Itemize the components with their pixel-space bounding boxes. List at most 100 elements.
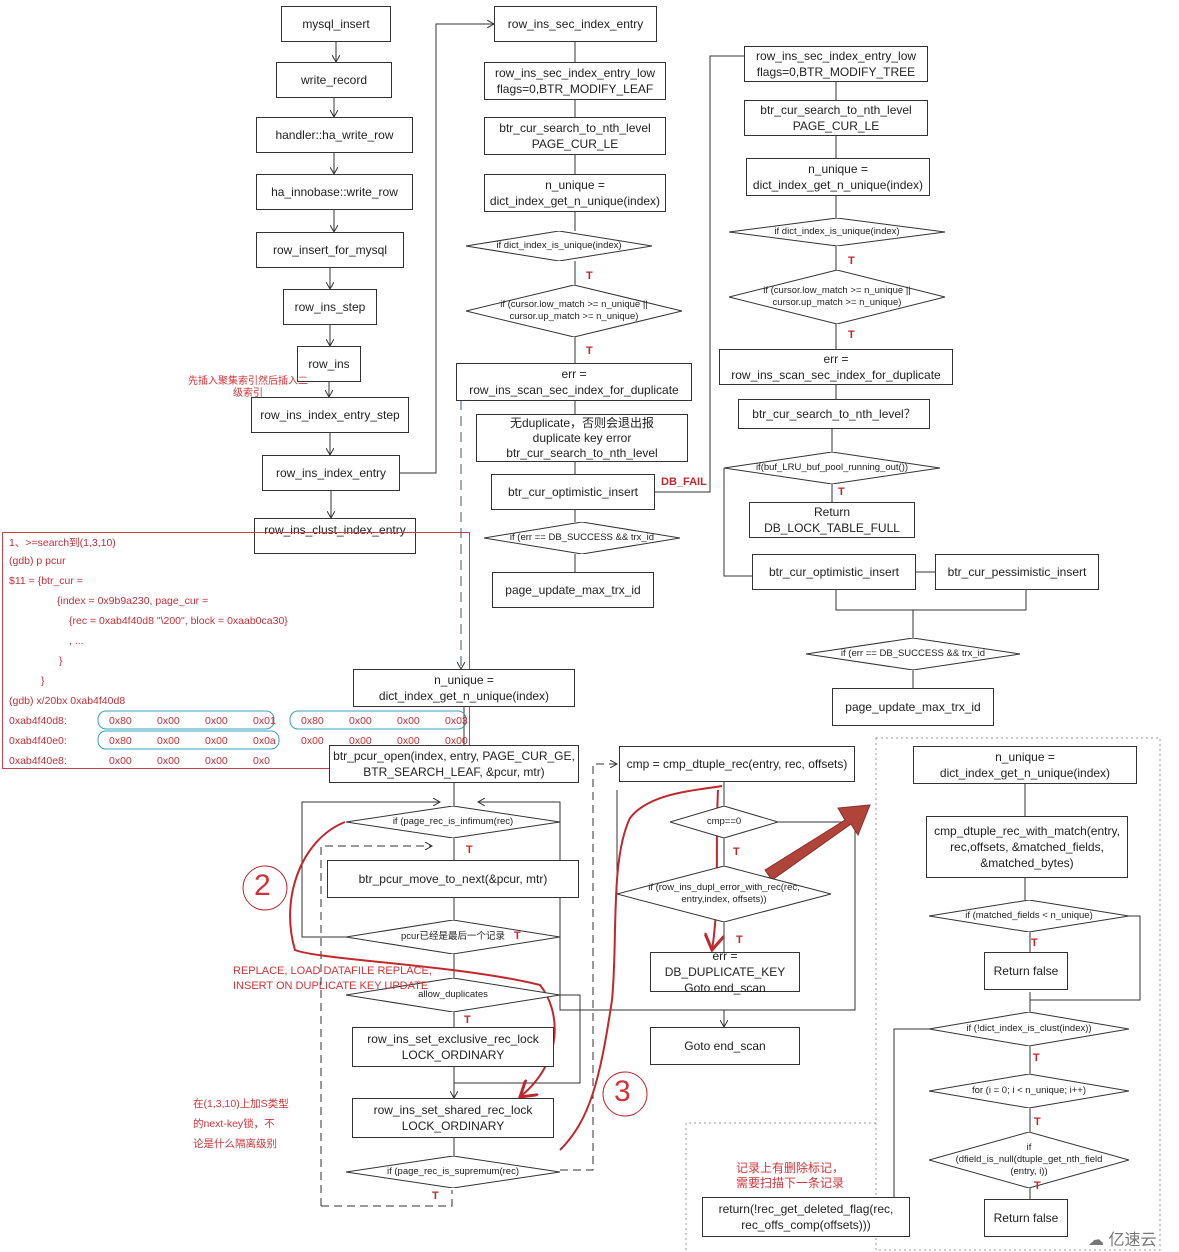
cmp-with-match-box: cmp_dtuple_rec_with_match(entry, rec,off… <box>926 816 1128 878</box>
gdb-line: } <box>59 655 63 667</box>
memory-byte: 0x00 <box>301 735 324 747</box>
no-duplicate-box: 无duplicate，否则会退出报 duplicate key error bt… <box>476 414 688 462</box>
clustered-first-note: 先插入聚集索引然后插入二 级索引 <box>188 376 308 399</box>
sec-entry-low-leaf-box: row_ins_sec_index_entry_low flags=0,BTR_… <box>484 62 666 100</box>
scan-duplicate-box-2: err = row_ins_scan_sec_index_for_duplica… <box>719 349 953 385</box>
circled-2: 2 <box>254 869 271 902</box>
next-key-lock-note: 在(1,3,10)上加S类型 的next-key锁，不 论是什么隔离级别 <box>193 1098 289 1150</box>
cloud-icon: ☁ <box>1088 1232 1104 1249</box>
memory-byte: 0x00 <box>157 755 180 767</box>
true-label: T <box>736 934 743 946</box>
n-unique-box-4: n_unique = dict_index_get_n_unique(index… <box>913 746 1137 784</box>
memory-byte: 0x00 <box>349 715 372 727</box>
memory-address: 0xab4f40e8: <box>9 755 67 767</box>
cursor-match-decision: if (cursor.low_match >= n_unique || curs… <box>466 285 682 337</box>
dfield-null-decision: if (dfield_is_null(dtuple_get_nth_field … <box>929 1132 1129 1188</box>
gdb-line: , ... <box>69 635 84 647</box>
gdb-output-panel: 1、>=search到(1,3,10) (gdb) p pcur $11 = {… <box>2 532 470 769</box>
true-label: T <box>466 844 473 856</box>
true-label: T <box>1033 1052 1040 1064</box>
lock-table-full-box: Return DB_LOCK_TABLE_FULL <box>749 502 915 538</box>
memory-address: 0xab4f40d8: <box>9 715 67 727</box>
is-unique-decision-2: if dict_index_is_unique(index) <box>729 218 945 246</box>
row-ins-index-entry-step-box: row_ins_index_entry_step <box>251 397 409 433</box>
n-unique-box-3: n_unique = dict_index_get_n_unique(index… <box>353 669 575 707</box>
memory-byte: 0x00 <box>205 735 228 747</box>
buf-pool-running-out-decision: if(buf_LRU_buf_pool_running_out()) <box>724 452 940 484</box>
for-loop-decision: for (i = 0; i < n_unique; i++) <box>929 1074 1129 1108</box>
pessimistic-insert-box: btr_cur_pessimistic_insert <box>935 554 1099 590</box>
memory-byte: 0x00 <box>157 715 180 727</box>
err-success-decision-2: if (err == DB_SUCCESS && trx_id <box>806 638 1020 670</box>
gdb-line: {rec = 0xab4f40d8 "\200", block = 0xaab0… <box>69 615 288 627</box>
true-label: T <box>838 486 845 498</box>
memory-byte: 0x00 <box>397 715 420 727</box>
gdb-line: (gdb) p pcur <box>9 555 66 567</box>
search-nth-level-question-box: btr_cur_search_to_nth_level？ <box>738 399 930 429</box>
cursor-match-decision-2: if (cursor.low_match >= n_unique || curs… <box>729 270 945 324</box>
true-label: T <box>586 270 593 282</box>
err-success-decision: if (err == DB_SUCCESS && trx_id <box>484 522 680 554</box>
innobase-write-row-box: ha_innobase::write_row <box>256 174 413 210</box>
gdb-line: (gdb) x/20bx 0xab4f40d8 <box>9 695 126 707</box>
n-unique-box-2: n_unique = dict_index_get_n_unique(index… <box>746 158 930 196</box>
cmp-zero-decision: cmp==0 <box>670 806 778 838</box>
scan-duplicate-box: err = row_ins_scan_sec_index_for_duplica… <box>456 363 692 401</box>
gdb-line: {index = 0x9b9a230, page_cur = <box>57 595 209 607</box>
return-false-box-2: Return false <box>984 1199 1068 1237</box>
memory-byte: 0x03 <box>445 715 468 727</box>
return-false-box: Return false <box>984 952 1068 990</box>
search-nth-level-box-2: btr_cur_search_to_nth_level PAGE_CUR_LE <box>744 100 928 136</box>
replace-note: REPLACE, LOAD DATAFILE REPLACE, INSERT O… <box>233 965 432 992</box>
memory-byte: 0x0a <box>253 735 276 747</box>
optimistic-insert-box: btr_cur_optimistic_insert <box>491 474 655 510</box>
is-infimum-decision: if (page_rec_is_infimum(rec) <box>346 806 560 838</box>
exclusive-rec-lock-box: row_ins_set_exclusive_rec_lock LOCK_ORDI… <box>352 1027 554 1067</box>
true-label: T <box>1034 1116 1041 1128</box>
true-label: T <box>432 1190 439 1202</box>
memory-address: 0xab4f40e0: <box>9 735 67 747</box>
true-label: T <box>586 345 593 357</box>
deleted-flag-note: 记录上有删除标记， 需要扫描下一条记录 <box>736 1161 845 1190</box>
true-label: T <box>1031 937 1038 949</box>
memory-byte: 0x00 <box>157 735 180 747</box>
mysql-insert-box: mysql_insert <box>281 6 391 42</box>
sec-entry-low-tree-box: row_ins_sec_index_entry_low flags=0,BTR_… <box>744 46 928 82</box>
memory-byte: 0x80 <box>109 715 132 727</box>
page-update-max-trx-id-box: page_update_max_trx_id <box>492 572 654 608</box>
gdb-line: 1、>=search到(1,3,10) <box>9 537 116 549</box>
cmp-dtuple-rec-box: cmp = cmp_dtuple_rec(entry, rec, offsets… <box>619 746 855 782</box>
true-label: T <box>464 1014 471 1026</box>
db-fail-label: DB_FAIL <box>661 476 707 488</box>
row-ins-index-entry-box: row_ins_index_entry <box>262 455 400 491</box>
page-update-max-trx-id-box-2: page_update_max_trx_id <box>832 688 994 726</box>
row-ins-sec-index-entry-box: row_ins_sec_index_entry <box>494 6 657 42</box>
true-label: T <box>848 255 855 267</box>
pcur-move-to-next-box: btr_pcur_move_to_next(&pcur, mtr) <box>327 860 579 898</box>
true-label: T <box>733 846 740 858</box>
shared-rec-lock-box: row_ins_set_shared_rec_lock LOCK_ORDINAR… <box>352 1098 554 1138</box>
duplicate-key-box: err = DB_DUPLICATE_KEY Goto end_scan <box>650 949 800 995</box>
memory-byte: 0x80 <box>109 735 132 747</box>
btr-pcur-open-box: btr_pcur_open(index, entry, PAGE_CUR_GE,… <box>329 745 579 783</box>
circled-3: 3 <box>614 1075 631 1108</box>
ha-write-row-box: handler::ha_write_row <box>256 117 413 153</box>
row-ins-step-box: row_ins_step <box>283 289 377 325</box>
true-label: T <box>1034 1180 1041 1192</box>
true-label: T <box>848 329 855 341</box>
true-label: T <box>514 930 521 942</box>
n-unique-box: n_unique = dict_index_get_n_unique(index… <box>484 174 666 212</box>
memory-byte: 0x00 <box>109 755 132 767</box>
memory-byte: 0x01 <box>253 715 276 727</box>
memory-byte: 0x00 <box>205 715 228 727</box>
is-supremum-decision: if (page_rec_is_supremum(rec) <box>346 1156 560 1188</box>
dupl-error-decision: if (row_ins_dupl_error_with_rec(rec, ent… <box>617 866 831 922</box>
search-nth-level-box: btr_cur_search_to_nth_level PAGE_CUR_LE <box>484 117 666 155</box>
write-record-box: write_record <box>276 62 392 98</box>
memory-byte: 0x80 <box>301 715 324 727</box>
watermark-logo: ☁ 亿速云 <box>1088 1232 1157 1249</box>
gdb-line: } <box>41 675 45 687</box>
gdb-line: $11 = {btr_cur = <box>9 575 83 587</box>
optimistic-insert-box-2: btr_cur_optimistic_insert <box>752 554 916 590</box>
not-clust-decision: if (!dict_index_is_clust(index)) <box>929 1012 1129 1046</box>
